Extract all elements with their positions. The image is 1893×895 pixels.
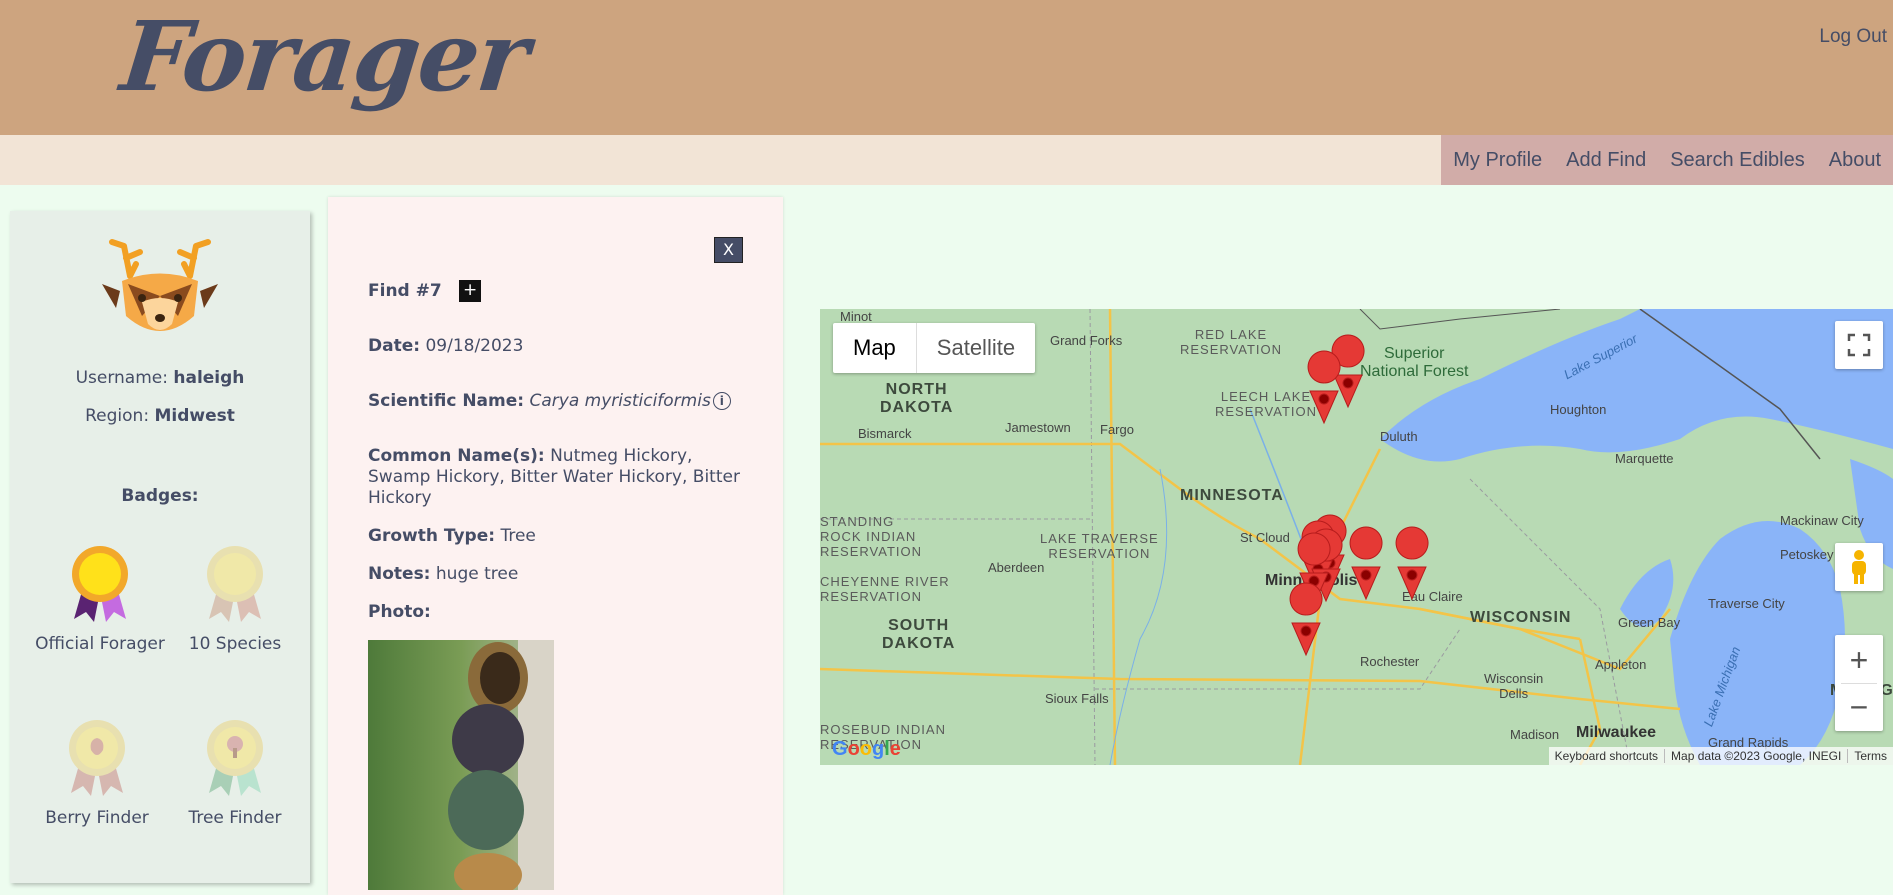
google-logo: Google xyxy=(832,738,901,760)
map-pin-icon[interactable] xyxy=(1307,350,1341,425)
find-detail-card: X Find #7 + Date: 09/18/2023 Scientific … xyxy=(328,197,783,895)
badge-official-forager[interactable]: Official Forager xyxy=(25,544,175,654)
nav-links: My Profile Add Find Search Edibles About xyxy=(1441,135,1893,185)
notes-row: Notes: huge tree xyxy=(368,564,753,585)
region-value: Midwest xyxy=(154,406,235,426)
common-names-row: Common Name(s): Nutmeg Hickory, Swamp Hi… xyxy=(368,446,753,509)
growth-type-row: Growth Type: Tree xyxy=(368,526,753,547)
username-line: Username: haleigh xyxy=(10,368,310,388)
award-ribbon-icon xyxy=(72,546,128,622)
badge-10-species[interactable]: 10 Species xyxy=(160,544,310,654)
forager-logo[interactable]: Forager xyxy=(116,0,532,113)
date-row: Date: 09/18/2023 xyxy=(368,336,753,357)
nav-about[interactable]: About xyxy=(1817,149,1893,172)
username-label: Username: xyxy=(75,368,168,388)
notes-label: Notes: xyxy=(368,564,431,584)
street-view-pegman[interactable] xyxy=(1835,543,1883,591)
notes-value: huge tree xyxy=(435,564,519,584)
growth-type-value: Tree xyxy=(500,526,536,546)
map-markers xyxy=(1289,334,1429,657)
logout-link[interactable]: Log Out xyxy=(1819,26,1887,48)
map-data-attribution: Map data ©2023 Google, INEGI xyxy=(1664,749,1847,763)
badge-label: Tree Finder xyxy=(188,808,282,828)
nav-add-find[interactable]: Add Find xyxy=(1554,149,1658,172)
award-ribbon-icon xyxy=(207,720,263,796)
finds-map[interactable]: Minot Grand Forks RED LAKE RESERVATION S… xyxy=(820,309,1893,765)
region-line: Region: Midwest xyxy=(10,406,310,426)
profile-card: Username: haleigh Region: Midwest Badges… xyxy=(10,211,310,883)
site-header: Forager Log Out xyxy=(0,0,1893,135)
info-icon[interactable]: i xyxy=(712,392,731,410)
common-names-label: Common Name(s): xyxy=(368,446,545,466)
region-label: Region: xyxy=(85,406,150,426)
zoom-control: + − xyxy=(1835,635,1883,731)
pegman-icon xyxy=(1852,550,1866,584)
badge-tree-finder[interactable]: Tree Finder xyxy=(160,718,310,828)
photo-label: Photo: xyxy=(368,602,431,622)
terms-link[interactable]: Terms xyxy=(1847,749,1893,763)
scientific-name-row: Scientific Name: Carya myristiciformis i xyxy=(368,391,768,412)
badge-label: Berry Finder xyxy=(45,808,149,828)
add-to-list-button[interactable]: + xyxy=(459,280,482,302)
close-button[interactable]: X xyxy=(714,237,743,263)
username-value: haleigh xyxy=(173,368,245,388)
award-ribbon-icon xyxy=(69,720,125,796)
growth-type-label: Growth Type: xyxy=(368,526,496,546)
badge-berry-finder[interactable]: Berry Finder xyxy=(22,718,172,828)
nav-bar: My Profile Add Find Search Edibles About xyxy=(0,135,1893,185)
scientific-name-value: Carya myristiciformis xyxy=(529,391,711,411)
map-type-satellite-button[interactable]: Satellite xyxy=(915,323,1035,373)
map-footer: Keyboard shortcuts Map data ©2023 Google… xyxy=(1548,747,1893,765)
zoom-in-button[interactable]: + xyxy=(1850,637,1869,683)
find-title-row: Find #7 + xyxy=(368,280,753,302)
date-label: Date: xyxy=(368,336,421,356)
badge-label: 10 Species xyxy=(188,634,282,654)
badges-title: Badges: xyxy=(121,486,199,506)
photo-row: Photo: xyxy=(368,602,753,623)
fullscreen-button[interactable] xyxy=(1835,321,1883,369)
nav-search-edibles[interactable]: Search Edibles xyxy=(1658,149,1817,172)
award-ribbon-icon xyxy=(207,546,263,622)
map-type-toggle: Map Satellite xyxy=(833,323,1036,373)
fullscreen-icon xyxy=(1847,333,1871,357)
zoom-out-button[interactable]: − xyxy=(1850,684,1869,730)
scientific-name-label: Scientific Name: xyxy=(368,391,525,411)
map-pin-icon[interactable] xyxy=(1395,526,1429,601)
map-pin-icon[interactable] xyxy=(1349,526,1383,601)
find-photo xyxy=(368,640,554,890)
badge-label: Official Forager xyxy=(35,634,165,654)
date-value: 09/18/2023 xyxy=(425,336,524,356)
map-type-map-button[interactable]: Map xyxy=(833,323,916,373)
keyboard-shortcuts-link[interactable]: Keyboard shortcuts xyxy=(1549,749,1664,763)
nav-my-profile[interactable]: My Profile xyxy=(1441,149,1554,172)
deer-avatar-icon xyxy=(102,236,218,345)
map-pin-icon[interactable] xyxy=(1289,582,1323,657)
find-title: Find #7 xyxy=(368,281,442,301)
